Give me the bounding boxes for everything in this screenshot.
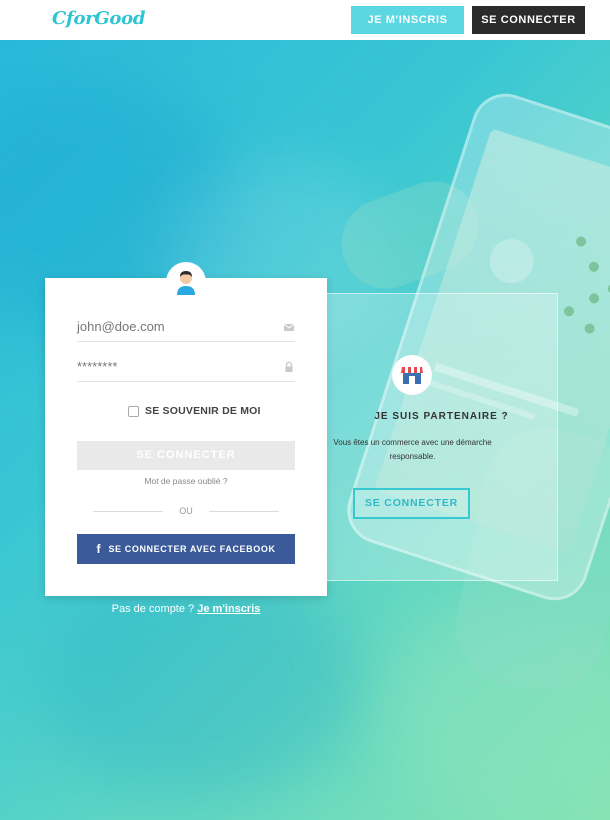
user-avatar-icon	[177, 271, 195, 295]
forgot-password-link[interactable]: Mot de passe oublié ?	[45, 476, 327, 486]
partner-connect-button[interactable]: SE CONNECTER	[353, 488, 470, 519]
email-field[interactable]: john@doe.com	[77, 316, 295, 342]
facebook-login-button[interactable]: f SE CONNECTER AVEC FACEBOOK	[77, 534, 295, 564]
signup-link[interactable]: Je m'inscris	[197, 603, 260, 615]
signup-prompt-text: Pas de compte ?	[111, 603, 195, 615]
remember-label: SE SOUVENIR DE MOI	[145, 405, 261, 417]
partner-description: Vous êtes un commerce avec une démarche …	[333, 438, 492, 461]
top-header: CforGood JE M'INSCRIS SE CONNECTER	[0, 0, 610, 40]
divider-right	[209, 511, 279, 512]
lock-icon	[285, 361, 293, 372]
password-field[interactable]: ********	[77, 356, 295, 382]
shop-icon	[401, 367, 423, 384]
bg-blob	[40, 560, 360, 800]
facebook-icon: f	[96, 542, 101, 556]
signup-prompt: Pas de compte ? Je m'inscris	[45, 603, 327, 615]
partner-title: JE SUIS PARTENAIRE ?	[374, 411, 509, 422]
password-input-value: ********	[77, 359, 118, 374]
login-button-header[interactable]: SE CONNECTER	[472, 6, 585, 34]
or-label: OU	[179, 506, 193, 516]
email-input-value: john@doe.com	[77, 319, 165, 334]
partner-card: JE SUIS PARTENAIRE ? Vous êtes un commer…	[323, 293, 558, 581]
shop-badge	[392, 355, 432, 395]
logo[interactable]: CforGood	[52, 8, 145, 29]
register-button[interactable]: JE M'INSCRIS	[351, 6, 464, 34]
mail-icon	[283, 323, 295, 331]
remember-me[interactable]: SE SOUVENIR DE MOI	[128, 404, 261, 418]
login-card: john@doe.com ******** SE SOUVENIR DE MOI…	[45, 278, 327, 596]
facebook-label: SE CONNECTER AVEC FACEBOOK	[108, 544, 276, 554]
connect-button[interactable]: SE CONNECTER	[77, 441, 295, 470]
remember-checkbox[interactable]	[128, 405, 139, 417]
user-avatar	[166, 262, 206, 302]
